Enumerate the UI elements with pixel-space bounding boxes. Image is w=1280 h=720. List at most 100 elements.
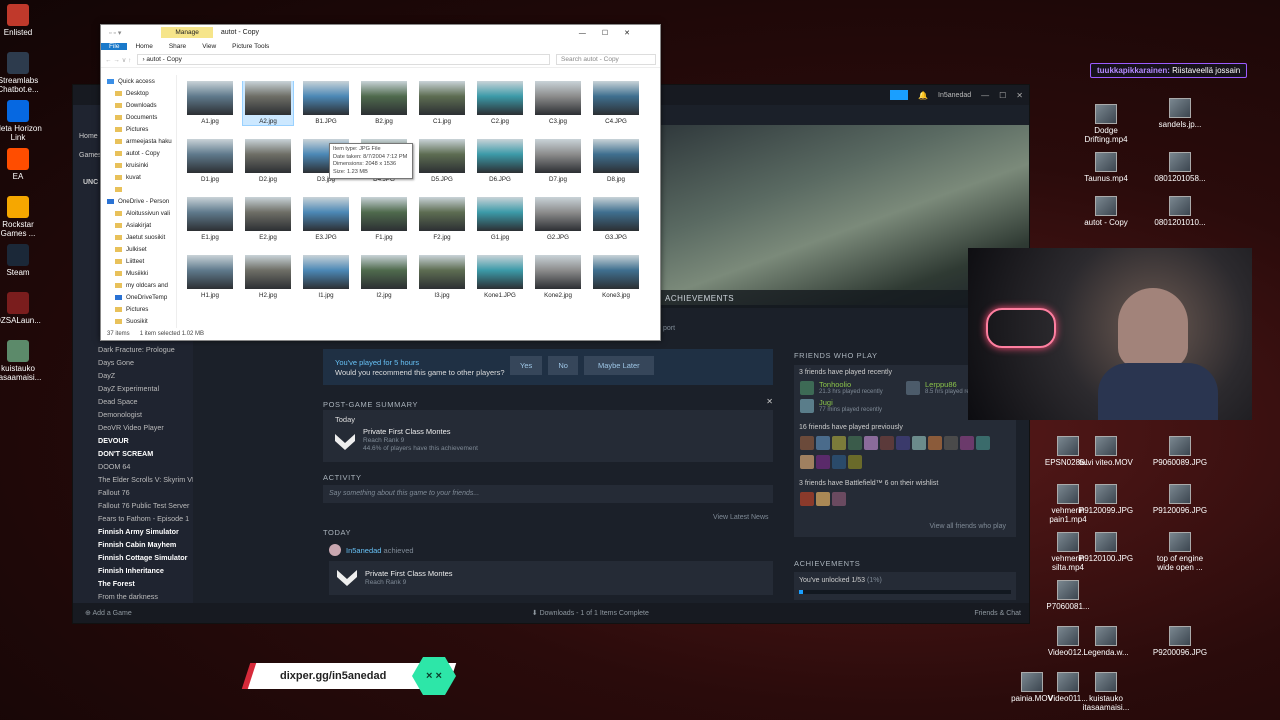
game-list-item[interactable]: DayZ Experimental (73, 384, 193, 397)
nav-item[interactable]: Musiikki (101, 267, 176, 279)
friend-avatar[interactable] (800, 492, 814, 506)
friend-avatar[interactable] (848, 455, 862, 469)
file-tile[interactable]: H1.jpg (185, 255, 235, 299)
maybe-later-button[interactable]: Maybe Later (583, 356, 654, 375)
file-tile[interactable]: D7.jpg (533, 139, 583, 183)
minimize-icon[interactable]: — (981, 91, 989, 100)
file-tile[interactable]: E2.jpg (243, 197, 293, 241)
feed-user[interactable]: In5anedad (346, 546, 381, 555)
nav-item[interactable] (101, 183, 176, 195)
desktop-icon[interactable]: Enlisted (0, 4, 46, 37)
nav-arrows-icon[interactable]: ← → ∨ ↑ (105, 56, 131, 64)
nav-item[interactable]: Pictures (101, 303, 176, 315)
file-tile[interactable]: G3.JPG (591, 197, 641, 241)
file-tile[interactable]: E1.jpg (185, 197, 235, 241)
nav-item[interactable]: kruisinki (101, 159, 176, 171)
recommend-yes-button[interactable]: Yes (510, 356, 543, 375)
friend-name[interactable]: Lerppu86 (925, 380, 957, 389)
friend-avatar[interactable] (960, 436, 974, 450)
game-list-item[interactable]: DEVOUR (73, 436, 193, 449)
friend-avatar[interactable] (832, 436, 846, 450)
broadcast-icon[interactable] (890, 90, 909, 100)
recommend-no-button[interactable]: No (548, 356, 578, 375)
manage-tab[interactable]: Manage (161, 27, 213, 38)
file-tile[interactable]: D5.JPG (417, 139, 467, 183)
file-tile[interactable]: D2.jpg (243, 139, 293, 183)
nav-item[interactable]: Documents (101, 111, 176, 123)
file-tile[interactable]: H2.jpg (243, 255, 293, 299)
file-tile[interactable]: B2.jpg (359, 81, 409, 125)
nav-item[interactable]: Julkiset (101, 243, 176, 255)
friend-avatar[interactable] (864, 436, 878, 450)
friend-avatar[interactable] (928, 436, 942, 450)
desktop-icon[interactable]: kuistauko itasaamaisi... (0, 340, 46, 382)
file-tile[interactable]: F1.jpg (359, 197, 409, 241)
file-tile[interactable]: C2.jpg (475, 81, 525, 125)
friend-avatar[interactable] (896, 436, 910, 450)
file-tile[interactable]: I3.jpg (417, 255, 467, 299)
view-all-friends-link[interactable]: View all friends who play (929, 523, 1006, 530)
notification-bell-icon[interactable]: 🔔 (918, 91, 928, 100)
downloads-status[interactable]: ⬇ Downloads - 1 of 1 Items Complete (532, 609, 649, 617)
game-list-item[interactable]: Dark Fracture: Prologue (73, 345, 193, 358)
file-tile[interactable]: F2.jpg (417, 197, 467, 241)
nav-item[interactable]: OneDrive - Person (101, 195, 176, 207)
nav-item[interactable]: Liitteet (101, 255, 176, 267)
friend-avatar[interactable] (816, 455, 830, 469)
friend-avatar[interactable] (976, 436, 990, 450)
friend-avatar[interactable] (880, 436, 894, 450)
nav-item[interactable]: Jaetut suosikit (101, 231, 176, 243)
search-input[interactable]: Search autot - Copy (556, 54, 656, 65)
desktop-icon[interactable]: 0801201058... (1152, 152, 1208, 183)
file-tile[interactable]: C1.jpg (417, 81, 467, 125)
nav-item[interactable]: Aloitussivun vali (101, 207, 176, 219)
file-tile[interactable]: Kone3.jpg (591, 255, 641, 299)
friend-avatar[interactable] (944, 436, 958, 450)
friend-name[interactable]: Jugi (819, 398, 833, 407)
file-tile[interactable]: D1.jpg (185, 139, 235, 183)
file-tile[interactable]: C3.jpg (533, 81, 583, 125)
desktop-icon[interactable]: Taunus.mp4 (1078, 152, 1134, 183)
account-name[interactable]: In5anedad (938, 92, 971, 99)
desktop-icon[interactable]: Steam (0, 244, 46, 277)
support-link[interactable]: port (663, 325, 675, 332)
game-list-item[interactable]: DeoVR Video Player (73, 423, 193, 436)
game-list-item[interactable]: The Forest (73, 579, 193, 592)
game-list-item[interactable]: DayZ (73, 371, 193, 384)
breadcrumb[interactable]: › autot - Copy (137, 54, 550, 65)
game-list-item[interactable]: DOOM 64 (73, 462, 193, 475)
quick-access-toolbar[interactable]: ▫ ▫ ▾ (109, 29, 121, 37)
friend-avatar[interactable] (912, 436, 926, 450)
nav-item[interactable]: Desktop (101, 87, 176, 99)
nav-item[interactable]: Asiakirjat (101, 219, 176, 231)
ribbon-tab-view[interactable]: View (194, 43, 224, 50)
friend-avatar[interactable] (848, 436, 862, 450)
desktop-icon[interactable]: Meta Horizon Link (0, 100, 46, 142)
desktop-icon[interactable]: Dodge Drifting.mp4 (1078, 104, 1134, 144)
nav-item[interactable]: autot - Copy (101, 147, 176, 159)
friend-avatar[interactable] (800, 455, 814, 469)
file-tile[interactable]: I2.jpg (359, 255, 409, 299)
ribbon-tab-share[interactable]: Share (161, 43, 194, 50)
desktop-icon[interactable]: P9120096.JPG (1152, 484, 1208, 515)
friend-avatar[interactable] (800, 436, 814, 450)
view-latest-news-link[interactable]: View Latest News (713, 514, 769, 521)
file-tile[interactable]: I1.jpg (301, 255, 351, 299)
nav-item[interactable]: Downloads (101, 99, 176, 111)
desktop-icon[interactable]: P9200096.JPG (1152, 626, 1208, 657)
ribbon-tab-file[interactable]: File (101, 42, 128, 50)
nav-item[interactable]: OneDriveTemp (101, 291, 176, 303)
friend-avatar[interactable] (832, 455, 846, 469)
ribbon-tab-home[interactable]: Home (127, 43, 160, 50)
file-tile[interactable]: C4.JPG (591, 81, 641, 125)
file-tile[interactable]: D6.JPG (475, 139, 525, 183)
desktop-icon[interactable]: P9060089.JPG (1152, 436, 1208, 467)
desktop-icon[interactable]: EA (0, 148, 46, 181)
activity-input[interactable]: Say something about this game to your fr… (323, 485, 773, 503)
desktop-icon[interactable]: P7060081... (1040, 580, 1096, 611)
file-tile[interactable]: G1.jpg (475, 197, 525, 241)
desktop-icon[interactable]: Rockstar Games ... (0, 196, 46, 238)
nav-item[interactable]: Suosikit (101, 315, 176, 327)
friend-avatar[interactable] (832, 492, 846, 506)
file-tile[interactable]: G2.JPG (533, 197, 583, 241)
